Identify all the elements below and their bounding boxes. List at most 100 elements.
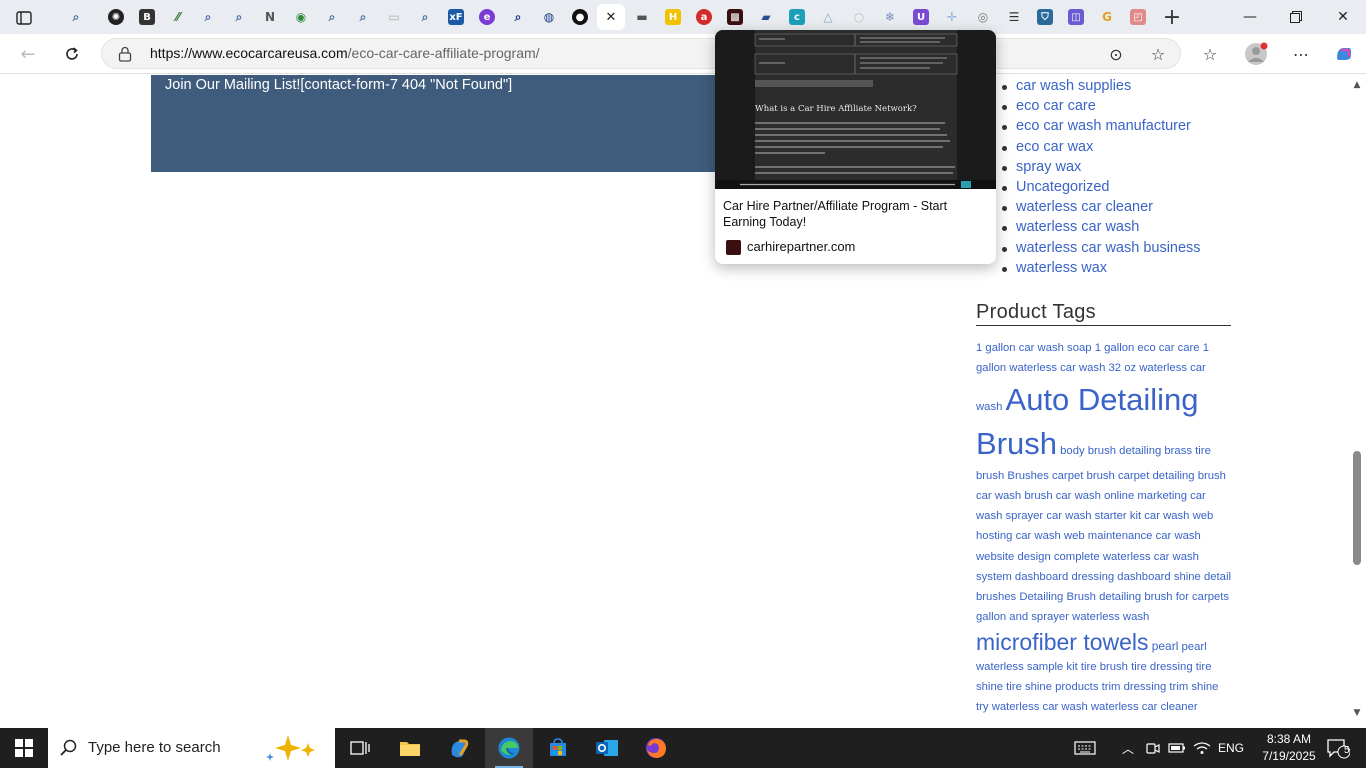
product-tag-link[interactable]: 1 gallon eco car care [1095, 342, 1200, 354]
browser-tab-search[interactable]: ⌕ [62, 4, 90, 30]
browser-tab-list[interactable]: ☰ [1000, 4, 1028, 30]
meet-now-button[interactable] [1142, 728, 1164, 768]
refresh-button[interactable] [56, 40, 88, 68]
category-link[interactable]: waterless car wash [1000, 219, 1201, 239]
tab-actions-button[interactable] [8, 6, 40, 30]
category-link[interactable]: waterless car wash business [1000, 240, 1201, 260]
category-link[interactable]: eco car wash manufacturer [1000, 118, 1201, 138]
browser-tab-pink[interactable]: ◰ [1124, 4, 1152, 30]
category-link[interactable]: car wash supplies [1000, 78, 1201, 98]
battery-button[interactable] [1166, 728, 1188, 768]
network-button[interactable] [1190, 728, 1214, 768]
notifications-button[interactable]: 5 [1318, 728, 1358, 768]
browser-tab-bold-b[interactable]: B [133, 4, 161, 30]
product-tag-link[interactable]: car wash web maintenance [1016, 530, 1153, 542]
browser-tab-u-purple[interactable]: U [907, 4, 935, 30]
category-link[interactable]: Uncategorized [1000, 179, 1201, 199]
browser-tab-e-purple[interactable]: e [473, 4, 501, 30]
product-tag-link[interactable]: car wash brush [976, 490, 1053, 502]
settings-menu-button[interactable]: ⋯ [1285, 40, 1317, 68]
favorites-button[interactable]: ☆ [1194, 40, 1226, 68]
browser-tab-xf[interactable]: xF [442, 4, 470, 30]
browser-tab-search[interactable]: ⌕ [349, 4, 377, 30]
read-aloud-button[interactable]: ⊙ [1100, 40, 1132, 68]
browser-tab-circle-light[interactable]: ○ [845, 4, 873, 30]
browser-tab-search[interactable]: ⌕ [225, 4, 253, 30]
scrollbar-thumb[interactable] [1353, 451, 1361, 565]
browser-tab-google[interactable]: G [1093, 4, 1121, 30]
favorite-button[interactable]: ☆ [1142, 40, 1174, 68]
product-tag-link[interactable]: car wash starter kit [1046, 510, 1141, 522]
product-tag-link[interactable]: carpet brush [1052, 470, 1115, 482]
new-tab-button[interactable]: + [1158, 4, 1186, 30]
back-button[interactable]: ← [12, 40, 44, 68]
product-tag-link[interactable]: Brushes [1007, 470, 1048, 482]
profile-button[interactable] [1240, 40, 1272, 68]
product-tag-link[interactable]: microfiber towels [976, 629, 1149, 655]
product-tag-link[interactable]: 1 gallon car wash soap [976, 342, 1092, 354]
product-tag-link[interactable]: car wash online marketing [1056, 490, 1187, 502]
browser-tab-active-close[interactable]: ✕ [597, 4, 625, 30]
category-link[interactable]: eco car wax [1000, 139, 1201, 159]
file-explorer-button[interactable] [386, 728, 434, 768]
product-tag-link[interactable]: trim dressing [1102, 681, 1167, 693]
product-tag-link[interactable]: detailing brush for carpets [1099, 591, 1229, 603]
start-button[interactable] [0, 728, 48, 768]
browser-tab-chart[interactable]: ⁄⁄ [164, 4, 192, 30]
firefox-taskbar-button[interactable] [632, 728, 680, 768]
browser-tab-shield[interactable]: ⛉ [1031, 4, 1059, 30]
browser-tab-plus-light[interactable]: ✛ [938, 4, 966, 30]
browser-tab-globe-blue[interactable]: ◍ [535, 4, 563, 30]
scroll-down-arrow-icon[interactable]: ▼ [1351, 708, 1363, 720]
input-language-button[interactable]: ENG [1214, 728, 1248, 768]
task-view-button[interactable] [336, 728, 384, 768]
scroll-up-arrow-icon[interactable]: ▲ [1351, 80, 1363, 92]
product-tag-link[interactable]: tire brush [1081, 661, 1128, 673]
vertical-scrollbar[interactable]: ▲ ▼ [1348, 75, 1366, 725]
keyboard-tray-button[interactable] [1068, 728, 1102, 768]
browser-tab-triangle[interactable]: △ [814, 4, 842, 30]
taskbar-clock[interactable]: 8:38 AM 7/19/2025 [1258, 731, 1320, 765]
outlook-taskbar-button[interactable] [583, 728, 631, 768]
product-tag-link[interactable]: carpet detailing brush [1118, 470, 1226, 482]
product-tag-link[interactable]: sample kit [1027, 661, 1078, 673]
browser-tab-c-teal[interactable]: c [783, 4, 811, 30]
browser-tab-globe[interactable]: ◎ [969, 4, 997, 30]
browser-tab-notion[interactable]: N [256, 4, 284, 30]
minimize-button[interactable]: — [1227, 0, 1273, 34]
product-tag-link[interactable]: tire dressing [1131, 661, 1193, 673]
browser-tab-h-yellow[interactable]: H [659, 4, 687, 30]
product-tag-link[interactable]: gallon and sprayer waterless wash [976, 611, 1149, 623]
browser-tab-openai[interactable]: ✺ [102, 4, 130, 30]
category-link[interactable]: eco car care [1000, 98, 1201, 118]
product-tag-link[interactable]: try waterless car wash [976, 701, 1088, 713]
office-app-button[interactable] [435, 728, 483, 768]
edge-taskbar-button[interactable] [485, 728, 533, 768]
browser-tab-maps[interactable]: ◉ [287, 4, 315, 30]
browser-tab-car[interactable]: ▰ [752, 4, 780, 30]
browser-tab-carhire[interactable]: ▩ [721, 4, 749, 30]
copilot-button[interactable] [1328, 40, 1360, 68]
browser-tab-search[interactable]: ⌕ [504, 4, 532, 30]
store-taskbar-button[interactable] [534, 728, 582, 768]
product-tag-link[interactable]: Detailing Brush [1019, 591, 1096, 603]
product-tag-link[interactable]: dashboard dressing [1015, 571, 1114, 583]
browser-tab-red-circle[interactable]: a [690, 4, 718, 30]
category-link[interactable]: waterless wax [1000, 260, 1201, 280]
show-hidden-icons-button[interactable]: ︿ [1116, 728, 1140, 768]
product-tag-link[interactable]: tire shine products [1006, 681, 1098, 693]
product-tag-link[interactable]: waterless car cleaner [1091, 701, 1198, 713]
category-link[interactable]: waterless car cleaner [1000, 199, 1201, 219]
browser-tab-search[interactable]: ⌕ [411, 4, 439, 30]
browser-tab-site-dark[interactable]: ▬ [628, 4, 656, 30]
product-tag-link[interactable]: pearl [1152, 639, 1179, 653]
category-link[interactable]: spray wax [1000, 159, 1201, 179]
browser-tab-github[interactable]: ● [566, 4, 594, 30]
address-bar[interactable]: https://www.ecocarcareusa.com/eco-car-ca… [101, 38, 1181, 69]
product-tag-link[interactable]: body brush [1060, 445, 1116, 457]
browser-tab-chat[interactable]: ◫ [1062, 4, 1090, 30]
browser-tab-snowflake[interactable]: ❄ [876, 4, 904, 30]
restore-button[interactable] [1273, 0, 1319, 34]
browser-tab-search[interactable]: ⌕ [318, 4, 346, 30]
browser-tab-blank[interactable]: ▭ [380, 4, 408, 30]
